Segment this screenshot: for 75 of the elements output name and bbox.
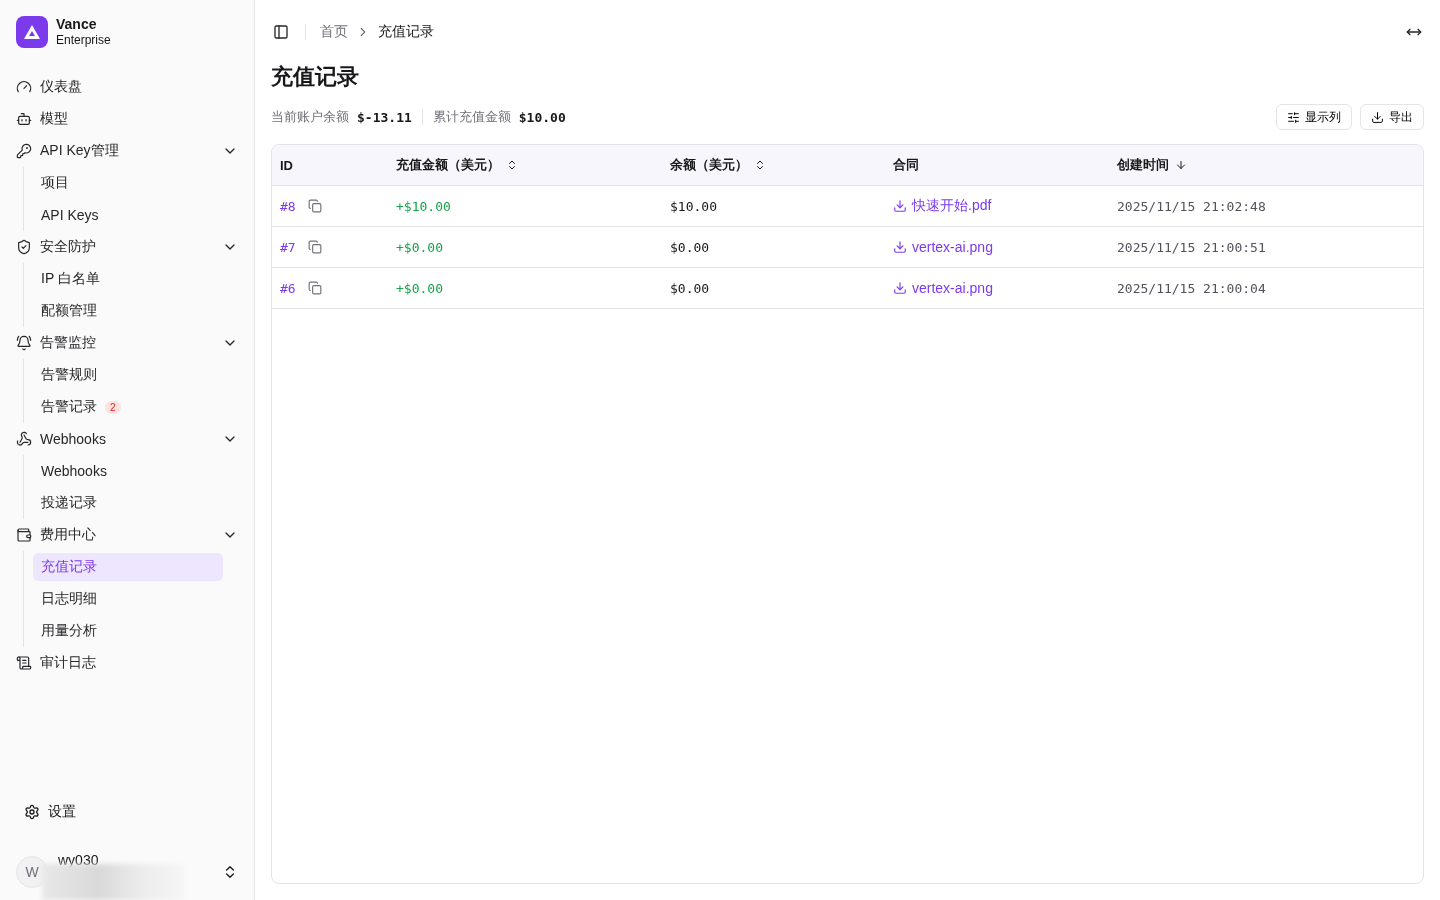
download-icon (893, 240, 907, 254)
copy-icon[interactable] (307, 199, 322, 213)
sort-icon[interactable] (754, 159, 766, 171)
logo-icon (16, 16, 48, 48)
file-link[interactable]: vertex-ai.png (893, 280, 993, 296)
table-cell: $0.00 (670, 239, 710, 255)
nav-subitem[interactable]: 日志明细 (33, 585, 223, 613)
settings-icon (24, 804, 40, 820)
toolbar-button[interactable]: 显示列 (1276, 104, 1352, 130)
nav-subitem[interactable]: Webhooks (33, 457, 223, 485)
wallet-icon (16, 527, 32, 543)
brand-plan: Enterprise (56, 32, 111, 48)
nav-subitem[interactable]: 投递记录 (33, 489, 223, 517)
summary-label: 累计充值金额 (432, 108, 511, 126)
copy-icon[interactable] (307, 240, 322, 254)
column-header: 创建时间 (1117, 156, 1169, 174)
user-name: wy030 (58, 852, 100, 868)
nav-subitem[interactable]: 项目 (33, 169, 223, 197)
nav-item[interactable]: 模型 (40, 110, 238, 128)
download-icon (893, 199, 907, 213)
nav-item[interactable]: 告警监控 (40, 334, 214, 352)
sort-descending-icon[interactable] (1175, 159, 1187, 171)
record-id[interactable]: #6 (280, 280, 296, 296)
nav-item[interactable]: 仪表盘 (40, 78, 238, 96)
file-link[interactable]: 快速开始.pdf (893, 197, 992, 215)
table-cell: $10.00 (670, 198, 717, 214)
table-cell: +$0.00 (396, 280, 443, 296)
breadcrumb-link[interactable]: 充值记录 (378, 23, 434, 41)
table-cell: 2025/11/15 21:00:04 (1117, 280, 1266, 296)
gauge-icon (16, 79, 32, 95)
record-id[interactable]: #8 (280, 198, 296, 214)
record-id[interactable]: #7 (280, 239, 296, 255)
table-cell: $0.00 (670, 280, 710, 296)
column-header: 合同 (893, 156, 919, 174)
page-title: 充值记录 (271, 63, 360, 91)
column-header: 余额（美元） (670, 156, 748, 174)
nav-subitem[interactable]: IP 白名单 (33, 265, 223, 293)
webhook-icon (16, 431, 32, 447)
nav-item[interactable]: 审计日志 (40, 654, 238, 672)
scroll-icon (16, 655, 32, 671)
key-icon (16, 143, 32, 159)
download-icon (893, 281, 907, 295)
nav-subitem[interactable]: 告警记录 2 (33, 393, 223, 421)
sidebar-toggle-icon[interactable] (271, 22, 291, 42)
column-header: ID (280, 157, 293, 173)
nav-item[interactable]: 安全防护 (40, 238, 214, 256)
copy-icon[interactable] (307, 281, 322, 295)
download-icon (1371, 110, 1384, 124)
summary-value: $-13.11 (357, 109, 412, 125)
nav-subitem[interactable]: API Keys (33, 201, 223, 229)
breadcrumb-link[interactable]: 首页 (320, 23, 348, 41)
robot-icon (16, 111, 32, 127)
bell-icon (16, 335, 32, 351)
table-cell: 2025/11/15 21:00:51 (1117, 239, 1266, 255)
file-link[interactable]: vertex-ai.png (893, 239, 993, 255)
settings-link[interactable]: 设置 (48, 803, 76, 821)
nav-item[interactable]: Webhooks (40, 431, 214, 447)
brand-name: Vance (56, 16, 98, 32)
count-badge: 2 (105, 400, 121, 414)
nav-subitem[interactable]: 充值记录 (33, 553, 223, 581)
nav-item[interactable]: 费用中心 (40, 526, 214, 544)
nav-subitem[interactable]: 用量分析 (33, 617, 223, 645)
table-cell: +$10.00 (396, 198, 451, 214)
sort-icon[interactable] (506, 159, 518, 171)
nav-subitem[interactable]: 配额管理 (33, 297, 223, 325)
toolbar-button[interactable]: 导出 (1360, 104, 1424, 130)
sliders-icon (1287, 110, 1300, 124)
summary-label: 当前账户余额 (271, 108, 349, 126)
shield-icon (16, 239, 32, 255)
table-cell: +$0.00 (396, 239, 443, 255)
table-cell: 2025/11/15 21:02:48 (1117, 198, 1266, 214)
column-header: 充值金额（美元） (396, 156, 500, 174)
summary-value: $10.00 (518, 109, 566, 125)
nav-item[interactable]: API Key管理 (40, 142, 214, 160)
nav-subitem[interactable]: 告警规则 (33, 361, 223, 389)
